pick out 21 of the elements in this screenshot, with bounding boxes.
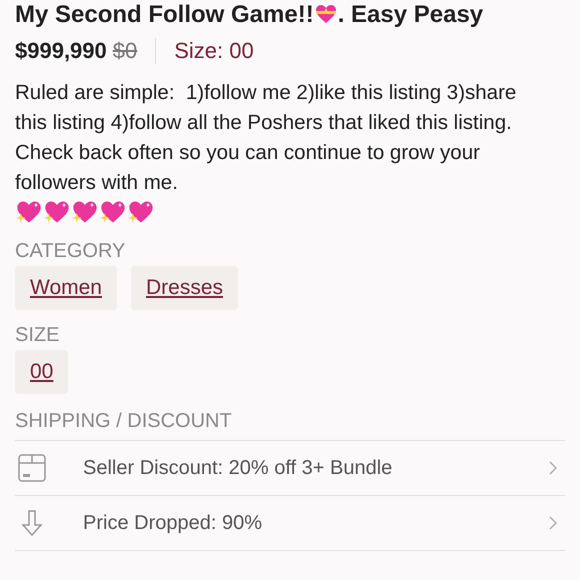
- down-arrow-icon: [21, 510, 43, 536]
- gift-heart-icon: [314, 2, 338, 26]
- box-icon: [17, 453, 47, 483]
- shipping-row[interactable]: Seller Discount: 20% off 3+ Bundle: [15, 440, 565, 495]
- listing-title: My Second Follow Game!!: [15, 1, 314, 28]
- shipping-row[interactable]: Price Dropped: 90%: [15, 495, 565, 550]
- shipping-label: Price Dropped: 90%: [83, 511, 263, 536]
- section-heading: SHIPPING / DISCOUNT: [15, 409, 233, 434]
- section-heading: CATEGORY: [15, 239, 126, 264]
- tag-link[interactable]: Dresses: [130, 266, 238, 310]
- size-label: Size: 00: [174, 37, 254, 65]
- tag-link[interactable]: 00: [15, 350, 68, 394]
- original-price: $0: [112, 37, 138, 65]
- description: Ruled are simple: 1)follow me 2)like this listing 3)share this listing 4)follow all the Poshers that liked this listing. Check back often so you can continue to grow your followers with me.: [15, 80, 518, 196]
- chevron-icon: [549, 461, 557, 475]
- price: $999,990: [15, 37, 107, 65]
- section-heading: SIZE: [15, 323, 60, 348]
- chevron-icon: [549, 516, 557, 530]
- tag-link[interactable]: Women: [15, 266, 117, 310]
- listing-title: . Easy Peasy: [338, 1, 484, 28]
- shipping-label: Seller Discount: 20% off 3+ Bundle: [83, 456, 394, 481]
